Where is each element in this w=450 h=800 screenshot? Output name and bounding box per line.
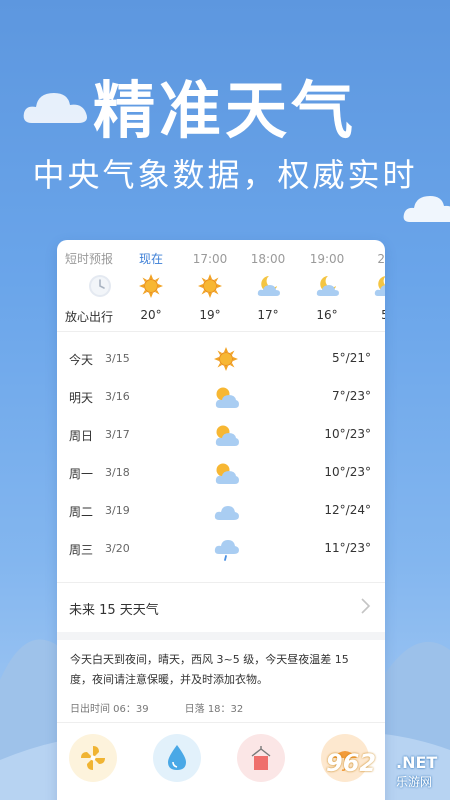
weather-summary: 今天白天到夜间，晴天，西风 3~5 级，今天昼夜温差 15 度，夜间请注意保暖，… (70, 653, 349, 686)
fan-icon[interactable] (69, 734, 117, 782)
chevron-right-icon (361, 598, 371, 614)
daily-row[interactable]: 周一 3/18 10°/23° (57, 454, 385, 492)
daily-row[interactable]: 周日 3/17 10°/23° (57, 416, 385, 454)
hourly-section-sub: 放心出行 (65, 310, 114, 324)
watermark-sub: 乐游网 (396, 775, 433, 789)
day-date: 3/17 (105, 428, 130, 441)
watermark-brand: 962 (326, 749, 377, 777)
hour-item: 18:00 17° (238, 240, 298, 322)
hour-item: 17:00 19° (180, 240, 240, 322)
daily-row[interactable]: 今天 3/15 5°/21° (57, 340, 385, 378)
day-name: 周一 (69, 467, 94, 481)
clothes-icon[interactable] (237, 734, 285, 782)
hour-item: 现在 20° (121, 240, 181, 322)
day-name: 周日 (69, 429, 94, 443)
hour-item: 20 5 (355, 240, 385, 322)
cloud-icon (214, 506, 239, 520)
hour-temp: 5 (381, 308, 385, 322)
hourly-forecast[interactable]: 短时预报 放心出行 现在 20° 17:00 19° 18:00 17° 19:… (57, 240, 385, 332)
headline-subtitle: 中央气象数据，权威实时 (32, 156, 418, 194)
sun-icon (214, 347, 238, 371)
sunrise-label: 日出时间 06：39 (70, 704, 149, 715)
divider-line (57, 722, 385, 723)
sun-icon (198, 274, 222, 298)
water-drop-icon[interactable] (153, 734, 201, 782)
partly-cloudy-icon (215, 425, 239, 446)
day-date: 3/15 (105, 352, 130, 365)
section-divider (57, 632, 385, 640)
partly-cloudy-icon (215, 387, 239, 408)
moon-cloud-icon (316, 276, 339, 296)
partly-cloudy-icon (215, 463, 239, 484)
daily-row[interactable]: 周三 3/20 11°/23° (57, 530, 385, 568)
day-temp-range: 10°/23° (324, 465, 371, 479)
day-name: 明天 (69, 391, 94, 405)
day-name: 周二 (69, 505, 94, 519)
weather-card: 短时预报 放心出行 现在 20° 17:00 19° 18:00 17° 19:… (57, 240, 385, 800)
hour-time: 17:00 (192, 252, 228, 266)
moon-cloud-icon (257, 276, 280, 296)
fifteen-day-forecast-link[interactable]: 未来 15 天天气 (57, 582, 385, 632)
daily-row[interactable]: 周二 3/19 12°/24° (57, 492, 385, 530)
day-temp-range: 5°/21° (332, 351, 371, 365)
hour-item: 19:00 16° (297, 240, 357, 322)
hourly-intro: 短时预报 放心出行 (65, 240, 125, 325)
hour-temp: 16° (316, 308, 338, 322)
watermark-net: .NET (396, 753, 438, 772)
light-rain-icon (214, 540, 239, 561)
day-date: 3/19 (105, 504, 130, 517)
sunset-label: 日落 18：32 (184, 704, 244, 715)
day-temp-range: 10°/23° (324, 427, 371, 441)
sun-icon (139, 274, 163, 298)
watermark-logo: 962 .NET 乐游网 (318, 745, 446, 793)
day-name: 今天 (69, 353, 94, 367)
daily-forecast-list: 今天 3/15 5°/21° 明天 3/16 7°/23° 周日 3/17 10… (57, 332, 385, 568)
day-date: 3/18 (105, 466, 130, 479)
day-temp-range: 11°/23° (324, 541, 371, 555)
day-date: 3/16 (105, 390, 130, 403)
daily-row[interactable]: 明天 3/16 7°/23° (57, 378, 385, 416)
moon-cloud-icon (374, 276, 385, 296)
hour-time: 现在 (138, 252, 163, 266)
hour-time: 20 (377, 252, 385, 266)
hourly-section-label: 短时预报 (65, 252, 114, 266)
hour-time: 18:00 (250, 252, 286, 266)
hour-temp: 20° (140, 308, 162, 322)
hour-time: 19:00 (309, 252, 345, 266)
hour-temp: 17° (257, 308, 279, 322)
day-temp-range: 7°/23° (332, 389, 371, 403)
sun-times: 日出时间 06：39 日落 18：32 (70, 700, 249, 715)
headline-title: 精准天气 (92, 74, 357, 147)
day-temp-range: 12°/24° (324, 503, 371, 517)
fifteen-day-forecast-label: 未来 15 天天气 (69, 603, 159, 618)
day-date: 3/20 (105, 542, 130, 555)
hour-temp: 19° (199, 308, 221, 322)
clock-icon (89, 275, 111, 297)
day-name: 周三 (69, 543, 94, 557)
